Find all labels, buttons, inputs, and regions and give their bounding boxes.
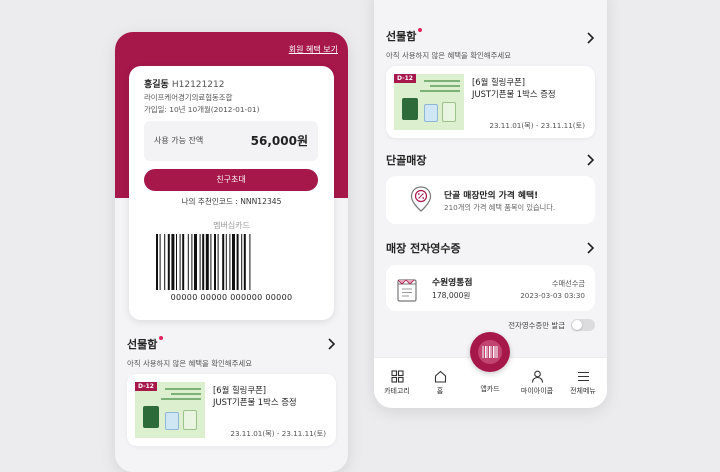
union-name: 라이프케어경기의료협동조합 [144, 93, 233, 102]
new-dot [418, 28, 423, 32]
coupon-dates: 23.11.01(목) - 23.11.11(토) [230, 429, 326, 438]
receipt-type: 수매선수금 [551, 279, 585, 288]
e-receipt-title: 매장 전자영수증 [386, 242, 461, 255]
balance-box: 사용 가능 잔액 56,000원 [144, 121, 318, 161]
location-discount-icon [410, 186, 432, 212]
user-name: 홍길동 H12121212 [144, 80, 225, 90]
store-receipt-icon [397, 279, 417, 302]
barcode-icon [482, 346, 498, 358]
home-icon [434, 370, 446, 383]
tab-all-menu[interactable]: 전체메뉴 [560, 370, 606, 396]
chevron-right-icon[interactable] [587, 242, 595, 257]
receipt-amount: 178,000원 [432, 291, 471, 300]
tab-label: 마이아이쿱 [520, 387, 554, 395]
coupon-dates: 23.11.01(목) - 23.11.11(토) [489, 121, 585, 130]
chevron-right-icon[interactable] [587, 154, 595, 169]
gift-box-title: 선물함 [127, 336, 164, 352]
user-icon [531, 370, 543, 383]
gift-box-subtitle: 아직 사용하지 않은 혜택을 확인해주세요 [127, 359, 252, 368]
grid-icon [390, 370, 404, 383]
receipt-store-name: 수원영통점 [432, 278, 473, 288]
right-phone-screen: 선물함 아직 사용하지 않은 혜택을 확인해주세요 D-12 [6월 힐링쿠폰]… [374, 0, 607, 408]
receipt-card[interactable]: 수원영통점 178,000원 수매선수금 2023-03-03 03:30 [386, 265, 595, 311]
coupon-card[interactable]: D-12 [6월 힐링쿠폰] JUST기픈물 1박스 증정 23.11.01(목… [386, 66, 595, 138]
balance-value: 56,000원 [250, 134, 308, 148]
tab-label: 카테고리 [384, 387, 410, 395]
tab-my-icoop[interactable]: 마이아이쿱 [514, 370, 560, 396]
coupon-thumbnail: D-12 [135, 382, 205, 438]
barcode-image [156, 234, 251, 290]
bottom-tab-bar: 카테고리 홈 앱카드 마이아이쿱 전체메뉴 [374, 332, 607, 408]
gift-box-title: 선물함 [386, 28, 423, 44]
receipt-datetime: 2023-03-03 03:30 [520, 291, 585, 300]
left-phone-screen: 회원 혜택 보기 홍길동 H12121212 라이프케어경기의료협동조합 가입일:… [115, 32, 348, 472]
menu-icon [577, 371, 589, 382]
app-card-button[interactable] [470, 332, 510, 372]
gift-box-subtitle: 아직 사용하지 않은 혜택을 확인해주세요 [386, 51, 511, 60]
balance-label: 사용 가능 잔액 [154, 136, 204, 145]
d-day-badge: D-12 [394, 74, 416, 83]
membership-card: 홍길동 H12121212 라이프케어경기의료협동조합 가입일: 10년 10개월… [129, 66, 334, 320]
tab-home[interactable]: 홈 [417, 370, 463, 396]
coupon-title: [6월 힐링쿠폰] JUST기픈물 1박스 증정 [213, 385, 297, 407]
chevron-right-icon[interactable] [587, 32, 595, 47]
e-receipt-only-label: 전자영수증만 발급 [508, 321, 565, 330]
e-receipt-only-toggle[interactable] [571, 319, 595, 331]
regular-store-card[interactable]: 단골 매장만의 가격 혜택! 210개의 가격 혜택 품목이 있습니다. [386, 176, 595, 224]
barcode-number: 00000 00000 000000 00000 [170, 293, 293, 302]
join-info: 가입일: 10년 10개월(2012-01-01) [144, 105, 260, 114]
membership-card-label: 멤버십카드 [213, 221, 250, 230]
invite-friend-button[interactable]: 친구초대 [144, 169, 318, 191]
tab-label: 전체메뉴 [570, 387, 596, 395]
regular-store-title: 단골매장 [386, 154, 427, 167]
regular-store-card-title: 단골 매장만의 가격 혜택! [444, 191, 539, 201]
referral-code: 나의 추천인코드 : NNN12345 [181, 197, 282, 206]
regular-store-card-sub: 210개의 가격 혜택 품목이 있습니다. [444, 203, 556, 212]
coupon-thumbnail: D-12 [394, 74, 464, 130]
benefits-link[interactable]: 회원 혜택 보기 [289, 44, 338, 55]
tab-label: 홈 [436, 387, 444, 395]
tab-label: 앱카드 [480, 385, 500, 393]
d-day-badge: D-12 [135, 382, 157, 391]
chevron-right-icon[interactable] [328, 338, 336, 353]
user-id: H12121212 [171, 80, 225, 90]
coupon-title: [6월 힐링쿠폰] JUST기픈물 1박스 증정 [472, 77, 556, 99]
new-dot [159, 336, 164, 340]
coupon-card[interactable]: D-12 [6월 힐링쿠폰] JUST기픈물 1박스 증정 23.11.01(목… [127, 374, 336, 446]
tab-category[interactable]: 카테고리 [374, 370, 420, 396]
